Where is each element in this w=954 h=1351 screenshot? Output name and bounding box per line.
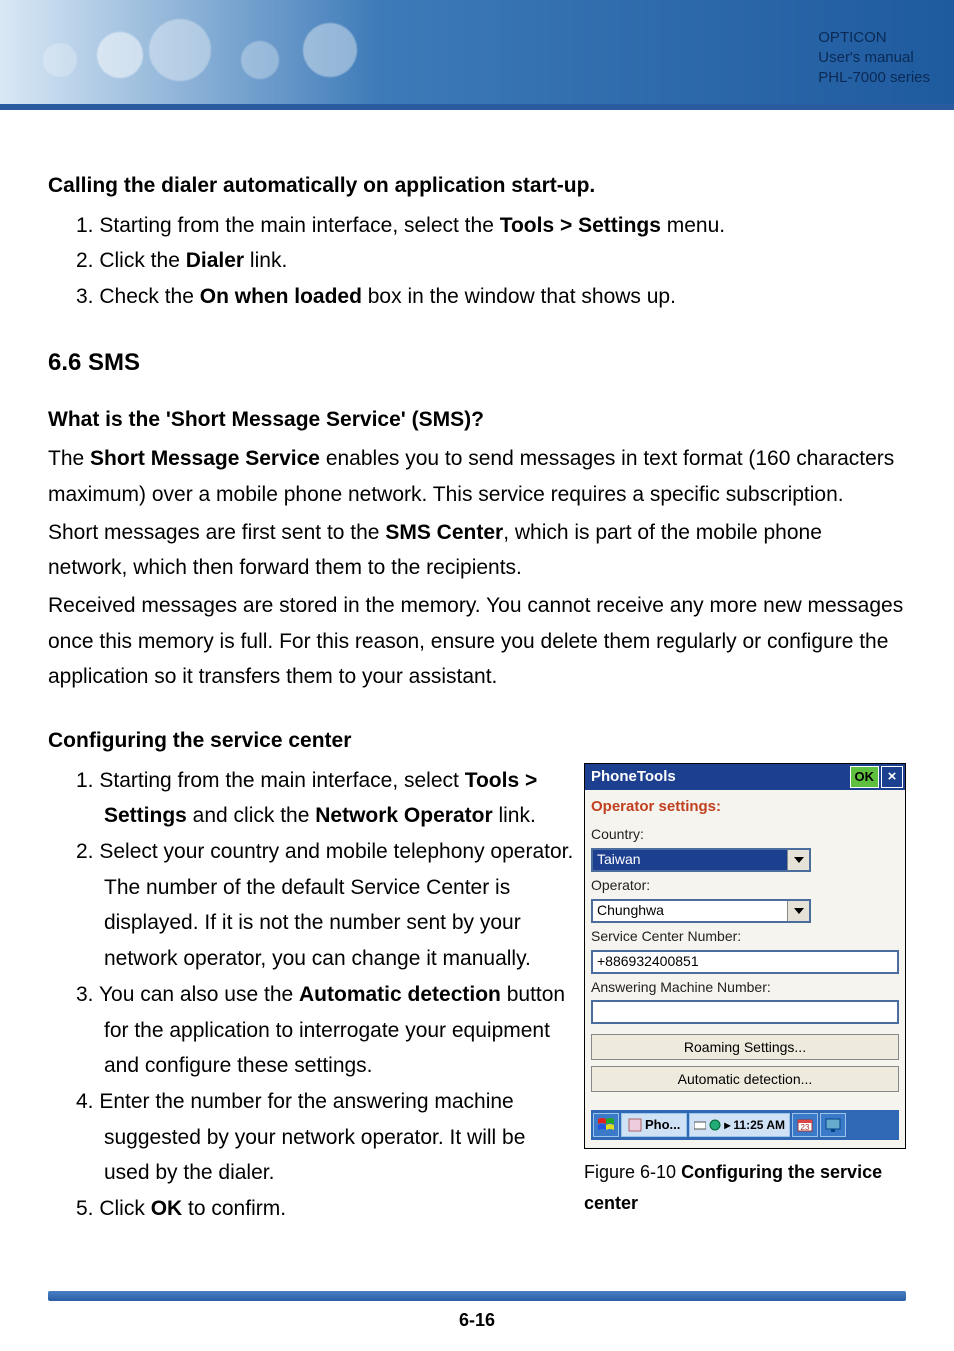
scn-input[interactable]: +886932400851 — [591, 950, 899, 974]
config-title: Configuring the service center — [48, 723, 906, 759]
sms-p2-pre: Short messages are first sent to the — [48, 521, 385, 544]
tray-arrow-icon: ▸ — [724, 1115, 730, 1135]
chevron-down-icon[interactable] — [787, 901, 809, 921]
dialer-title-text: Calling the dialer automatically on appl… — [48, 174, 589, 197]
start-button[interactable] — [593, 1113, 619, 1137]
dialer-step-2: 2. Click the Dialer link. — [76, 243, 906, 279]
sms-p3: Received messages are stored in the memo… — [48, 588, 906, 695]
tray-time-text: 11:25 AM — [733, 1115, 785, 1135]
dialer-title: Calling the dialer automatically on appl… — [48, 168, 906, 204]
config-step-3: 3. You can also use the Automatic detect… — [76, 977, 574, 1084]
header-line3: PHL-7000 series — [818, 68, 930, 88]
scn-label: Service Center Number: — [591, 925, 899, 949]
c1-b2: Network Operator — [315, 804, 492, 827]
config-step-2: 2. Select your country and mobile teleph… — [76, 834, 574, 977]
header-brand: OPTICON — [818, 28, 930, 48]
config-step-5: 5. Click OK to confirm. — [76, 1191, 574, 1227]
config-two-col: 1. Starting from the main interface, sel… — [48, 763, 906, 1227]
automatic-detection-button[interactable]: Automatic detection... — [591, 1066, 899, 1092]
config-steps: 1. Starting from the main interface, sel… — [48, 763, 574, 1227]
taskbar: Pho... ▸ 11:25 AM 23 — [591, 1110, 899, 1140]
roaming-settings-button[interactable]: Roaming Settings... — [591, 1034, 899, 1060]
d3-pre: 3. Check the — [76, 285, 200, 308]
close-button[interactable]: × — [881, 766, 903, 788]
operator-label: Operator: — [591, 874, 899, 898]
scn-value: +886932400851 — [593, 950, 897, 974]
ok-button[interactable]: OK — [850, 766, 880, 788]
phone-body: Operator settings: Country: Taiwan Opera… — [585, 790, 905, 1149]
header-line2: User's manual — [818, 48, 930, 68]
tray-time[interactable]: ▸ 11:25 AM — [689, 1113, 790, 1137]
c5-post: to confirm. — [182, 1197, 286, 1220]
calendar-icon: 23 — [797, 1118, 813, 1132]
d1-post: menu. — [661, 214, 725, 237]
app-icon — [628, 1118, 642, 1132]
keyboard-icon — [694, 1119, 706, 1131]
operator-combo[interactable]: Chunghwa — [591, 899, 811, 923]
d2-pre: 2. Click the — [76, 249, 186, 272]
c5-pre: 5. Click — [76, 1197, 151, 1220]
globe-icon — [709, 1119, 721, 1131]
sms-heading: 6.6 SMS — [48, 343, 906, 384]
footer-bar — [48, 1291, 906, 1301]
config-step-1: 1. Starting from the main interface, sel… — [76, 763, 574, 834]
country-combo[interactable]: Taiwan — [591, 848, 811, 872]
d2-bold: Dialer — [186, 249, 244, 272]
figure-caption: Figure 6-10 Configuring the service cent… — [584, 1157, 906, 1218]
c1-post: link. — [493, 804, 536, 827]
d2-post: link. — [244, 249, 287, 272]
sms-p2: Short messages are first sent to the SMS… — [48, 515, 906, 586]
header-text-block: OPTICON User's manual PHL-7000 series — [818, 28, 930, 88]
tray-desktop-button[interactable] — [820, 1113, 846, 1137]
config-right-col: PhoneTools OK × Operator settings: Count… — [584, 763, 906, 1219]
phone-title: PhoneTools — [591, 764, 676, 790]
operator-settings-label: Operator settings: — [591, 794, 899, 820]
config-left-col: 1. Starting from the main interface, sel… — [48, 763, 574, 1227]
country-label: Country: — [591, 823, 899, 847]
d3-post: box in the window that shows up. — [362, 285, 676, 308]
sms-p2-bold: SMS Center — [385, 521, 503, 544]
sms-p1-bold: Short Message Service — [90, 447, 320, 470]
amn-input[interactable] — [591, 1000, 899, 1024]
c1-pre: 1. Starting from the main interface, sel… — [76, 769, 465, 792]
d1-bold: Tools > Settings — [500, 214, 661, 237]
page-content: Calling the dialer automatically on appl… — [0, 110, 954, 1227]
page-header: OPTICON User's manual PHL-7000 series — [0, 0, 954, 110]
c1-mid: and click the — [187, 804, 315, 827]
sms-p1-pre: The — [48, 447, 90, 470]
desktop-icon — [825, 1118, 841, 1132]
c5-bold: OK — [151, 1197, 183, 1220]
config-step-4: 4. Enter the number for the answering ma… — [76, 1084, 574, 1191]
windows-flag-icon — [597, 1117, 615, 1133]
chevron-down-icon[interactable] — [787, 850, 809, 870]
task-label: Pho... — [645, 1114, 680, 1136]
dialer-steps: 1. Starting from the main interface, sel… — [48, 208, 906, 315]
header-decoration — [0, 0, 572, 110]
svg-text:23: 23 — [801, 1123, 810, 1132]
page-number: 6-16 — [0, 1310, 954, 1331]
caption-pre: Figure 6-10 — [584, 1162, 681, 1182]
c3-pre: 3. You can also use the — [76, 983, 299, 1006]
dialer-step-1: 1. Starting from the main interface, sel… — [76, 208, 906, 244]
d3-bold: On when loaded — [200, 285, 362, 308]
d1-pre: 1. Starting from the main interface, sel… — [76, 214, 500, 237]
operator-value: Chunghwa — [593, 899, 787, 923]
sms-p1: The Short Message Service enables you to… — [48, 441, 906, 512]
task-phonetools[interactable]: Pho... — [621, 1113, 687, 1137]
country-value: Taiwan — [593, 848, 787, 872]
phone-titlebar: PhoneTools OK × — [585, 764, 905, 790]
c3-bold: Automatic detection — [299, 983, 501, 1006]
dialer-title-period: . — [589, 174, 595, 197]
header-underline — [0, 104, 954, 110]
amn-label: Answering Machine Number: — [591, 976, 899, 1000]
tray-cal-button[interactable]: 23 — [792, 1113, 818, 1137]
dialer-step-3: 3. Check the On when loaded box in the w… — [76, 279, 906, 315]
phone-screenshot: PhoneTools OK × Operator settings: Count… — [584, 763, 906, 1150]
sms-question-title: What is the 'Short Message Service' (SMS… — [48, 402, 906, 438]
